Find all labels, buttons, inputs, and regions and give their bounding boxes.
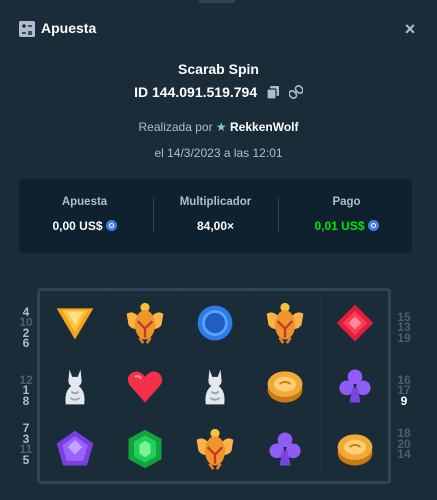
stat-payout-label: Pago: [332, 196, 361, 208]
bet-date: el 14/3/2023 a las 12:01: [154, 146, 283, 160]
reel-cell: [41, 354, 109, 417]
paylines-left: 4 10 2 6 12 1 8 7 3 11 5: [19, 296, 33, 466]
divider: [278, 197, 279, 233]
stat-payout-value: 0,01 US$: [314, 219, 365, 233]
green-hexagon-gem-icon: [128, 429, 162, 468]
reel-cell: [251, 417, 319, 480]
white-cat-statue-icon: [65, 369, 85, 404]
purple-club-icon: [269, 432, 301, 465]
payline-number: 14: [397, 447, 411, 462]
purple-club-icon: [339, 369, 371, 402]
payline-group: 18 20 14: [397, 422, 411, 466]
close-button[interactable]: ×: [400, 18, 420, 40]
orange-triangle-gem-icon: [56, 307, 94, 339]
payline-number: 19: [397, 330, 411, 345]
red-diamond-gem-icon: [336, 304, 374, 341]
stat-payout-value-row: 0,01 US$: [281, 219, 412, 233]
reel-cell: [111, 354, 179, 417]
vip-star-icon: ★: [215, 120, 227, 134]
stat-bet: Apuesta 0,00 US$: [19, 179, 150, 253]
modal-header: Apuesta ×: [0, 0, 437, 58]
purple-pentagon-gem-icon: [56, 430, 94, 465]
currency-coin-icon: [105, 220, 117, 231]
gold-coin-icon: [267, 370, 303, 402]
bet-stats-panel: Apuesta 0,00 US$ Multiplicador 84,00× Pa…: [19, 179, 412, 253]
stat-bet-value-row: 0,00 US$: [19, 219, 150, 233]
reel-cell: [111, 417, 179, 480]
golden-scarab-icon: [266, 302, 304, 344]
payline-group: 12 1 8: [19, 359, 33, 422]
stat-payout: Pago 0,01 US$: [281, 179, 412, 253]
game-name-link[interactable]: Scarab Spin: [0, 61, 437, 77]
bet-id: ID 144.091.519.794: [134, 84, 258, 100]
blue-ring-gem-icon: [197, 305, 233, 340]
placed-by: Realizada por ★ RekkenWolf: [0, 120, 437, 134]
reel-cell: [41, 417, 109, 480]
payline-number: 9: [400, 393, 408, 408]
golden-scarab-icon: [126, 302, 164, 344]
reel-cell: [321, 354, 389, 417]
paylines-right: 15 13 19 16 17 9 18 20 14: [397, 296, 411, 466]
red-heart-icon: [127, 371, 163, 402]
reel-cell: [181, 354, 249, 417]
payline-number: 5: [22, 452, 30, 467]
reel-cell: [251, 291, 319, 354]
stat-multiplier: Multiplicador 84,00×: [150, 179, 281, 253]
reel-cell: [321, 291, 389, 354]
currency-coin-icon: [367, 220, 379, 231]
payline-group: 7 3 11 5: [19, 422, 33, 466]
reel-grid: [37, 288, 391, 484]
reel-cell: [111, 291, 179, 354]
payline-group: 15 13 19: [397, 296, 411, 359]
payline-group: 4 10 2 6: [19, 296, 33, 359]
copy-icon[interactable]: [266, 86, 279, 102]
reel-cell: [181, 291, 249, 354]
gold-coin-icon: [337, 433, 373, 465]
reel-cell: [251, 354, 319, 417]
placed-by-label: Realizada por: [138, 120, 213, 134]
payline-number: 6: [22, 336, 30, 350]
white-cat-statue-icon: [205, 369, 225, 404]
stat-bet-label: Apuesta: [61, 196, 108, 208]
link-icon[interactable]: [288, 84, 304, 102]
stat-multiplier-value: 84,00×: [196, 219, 235, 233]
reel-cell: [321, 417, 389, 480]
reel-cell: [41, 291, 109, 354]
username-link[interactable]: RekkenWolf: [230, 120, 298, 134]
bet-slip-icon: [19, 21, 35, 37]
payline-group: 16 17 9: [397, 359, 411, 422]
stat-multiplier-label: Multiplicador: [179, 196, 252, 208]
golden-scarab-icon: [196, 428, 234, 470]
bet-id-row: ID 144.091.519.794: [0, 84, 437, 102]
modal-title: Apuesta: [41, 20, 97, 36]
stat-bet-value: 0,00 US$: [52, 219, 103, 233]
reel-cell: [181, 417, 249, 480]
payline-number: 8: [22, 393, 30, 408]
